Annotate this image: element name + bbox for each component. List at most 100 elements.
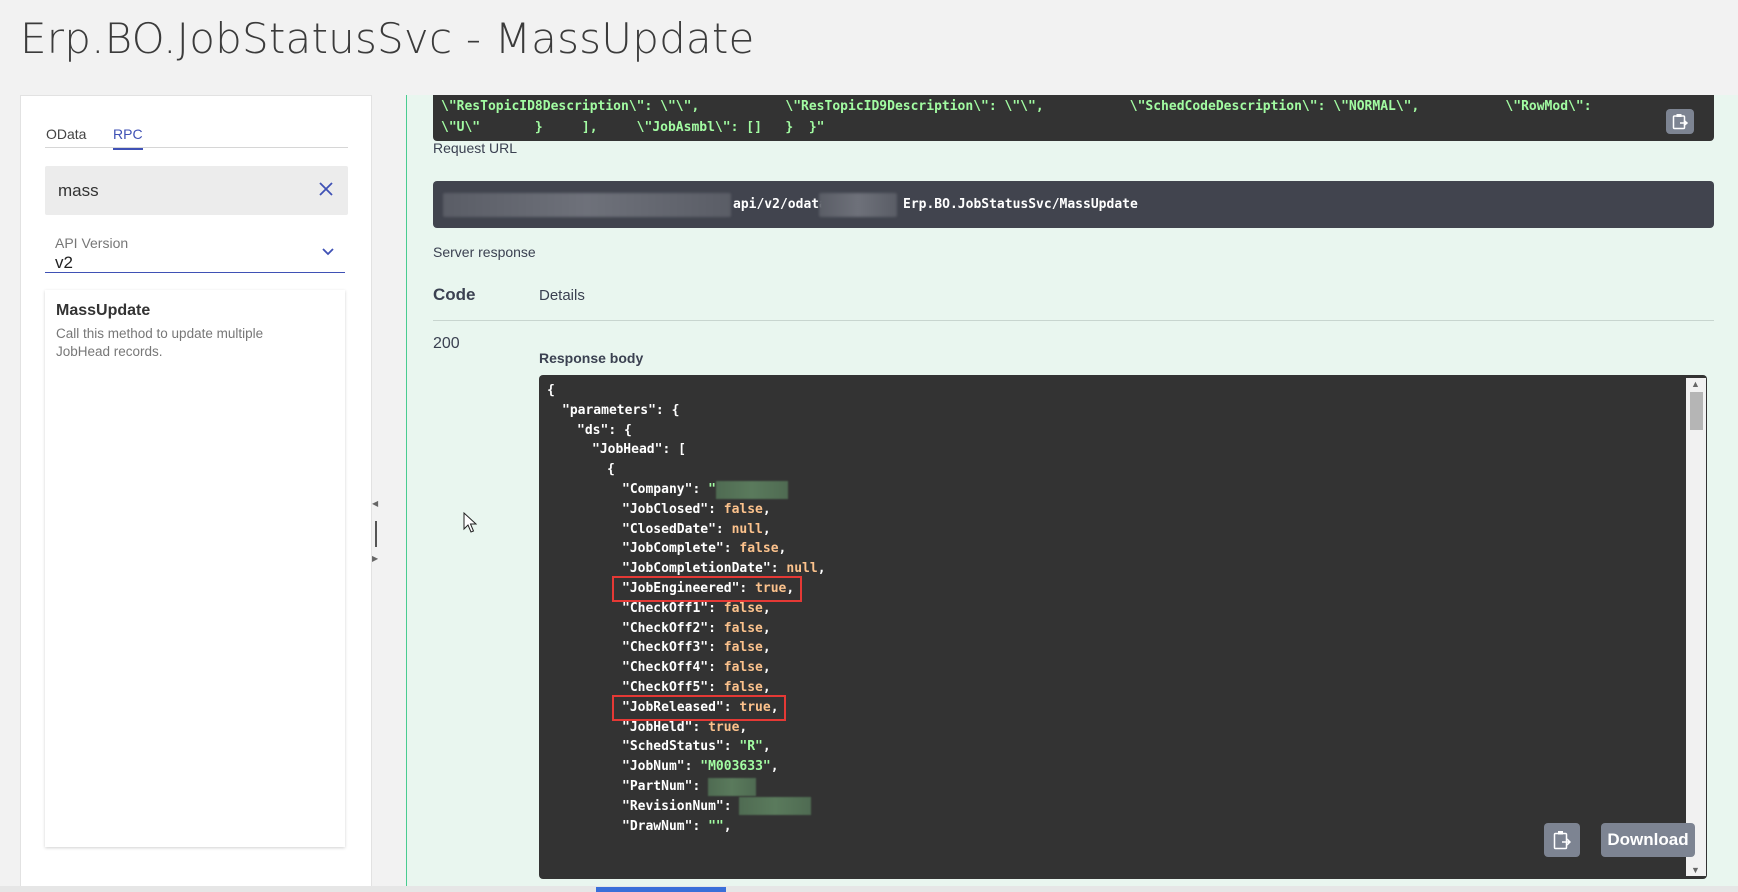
- sidebar: OData RPC mass API Version v2 MassUpdate…: [20, 95, 372, 892]
- json-key: "JobNum": [622, 759, 685, 775]
- download-button[interactable]: Download: [1601, 823, 1695, 857]
- scroll-down-icon[interactable]: ▼: [1691, 865, 1700, 875]
- json-value: "M003633": [700, 759, 771, 775]
- json-line: "JobEngineered": true,: [622, 578, 794, 600]
- json-comma: ,: [723, 818, 732, 834]
- response-body-label: Response body: [539, 350, 644, 366]
- search-field[interactable]: mass: [45, 166, 348, 215]
- json-value: true: [739, 699, 771, 715]
- code-header: Code: [433, 285, 476, 304]
- tab-rpc[interactable]: RPC: [113, 126, 143, 150]
- json-colon: :: [723, 739, 740, 755]
- json-key: "ClosedDate": [622, 521, 716, 537]
- json-key: "CheckOff4": [622, 660, 709, 676]
- json-colon: :: [692, 482, 709, 497]
- json-comma: ,: [786, 581, 795, 596]
- json-comma: ,: [762, 620, 771, 636]
- json-colon: :: [692, 719, 709, 735]
- json-colon: :: [723, 699, 740, 715]
- json-key: "parameters": [562, 402, 656, 418]
- json-comma: ,: [762, 739, 771, 755]
- json-line: "Company": ": [622, 479, 788, 501]
- scroll-up-icon[interactable]: ▲: [1691, 379, 1700, 389]
- redacted-value: [715, 480, 788, 499]
- json-colon: :: [770, 561, 787, 577]
- json-key: "RevisionNum": [622, 798, 724, 814]
- api-version-select[interactable]: API Version v2: [45, 233, 345, 273]
- method-name[interactable]: MassUpdate: [56, 302, 150, 320]
- copy-response-button[interactable]: [1544, 823, 1580, 857]
- api-version-value: v2: [55, 253, 73, 272]
- json-line: "JobNum": "M003633",: [622, 756, 779, 778]
- curl-command-block: \"ResTopicID8Description\": \"\", \"ResT…: [433, 95, 1714, 141]
- expand-right-icon[interactable]: ▶: [372, 554, 378, 563]
- panel-splitter[interactable]: ◀ ▶: [372, 95, 406, 892]
- mouse-cursor-icon: [463, 512, 477, 533]
- chevron-down-icon[interactable]: [321, 247, 335, 257]
- json-value: true: [708, 719, 740, 735]
- copy-curl-button[interactable]: [1666, 109, 1694, 134]
- json-bracket: {: [547, 383, 555, 398]
- json-value: false: [723, 640, 763, 656]
- json-comma: ,: [770, 759, 779, 775]
- response-body: {"parameters": {"ds": {"JobHead": [{"Com…: [539, 375, 1707, 879]
- json-key: "DrawNum": [622, 818, 693, 834]
- tab-odata[interactable]: OData: [46, 126, 86, 148]
- json-colon: :: [692, 779, 709, 794]
- json-key: "CheckOff5": [622, 680, 709, 695]
- json-value: false: [739, 541, 779, 557]
- json-comma: ,: [762, 501, 771, 517]
- json-line: "DrawNum": "",: [622, 816, 732, 838]
- scroll-thumb[interactable]: [1690, 392, 1703, 430]
- request-url-path: api/v2/odata: [733, 197, 827, 212]
- json-value: false: [723, 660, 763, 676]
- curl-line: \"U\" } ], \"JobAsmbl\": [] } }": [441, 120, 825, 135]
- json-line: "JobHeld": true,: [622, 717, 747, 739]
- json-comma: ,: [778, 541, 787, 557]
- json-line: "CheckOff1": false,: [622, 598, 771, 620]
- page-title: Erp.BO.JobStatusSvc - MassUpdate: [20, 14, 755, 63]
- json-comma: ,: [762, 660, 771, 676]
- json-value: false: [723, 620, 763, 636]
- search-input[interactable]: mass: [58, 181, 99, 201]
- json-key: "PartNum": [622, 779, 693, 794]
- json-line: "JobComplete": false,: [622, 538, 786, 560]
- json-value: false: [723, 680, 763, 695]
- clipboard-icon: [1672, 114, 1688, 130]
- response-scrollbar[interactable]: ▲ ▼: [1686, 378, 1706, 876]
- json-colon: :: [708, 600, 724, 616]
- request-url-label: Request URL: [433, 140, 518, 156]
- json-line: "SchedStatus": "R",: [622, 736, 771, 758]
- close-icon[interactable]: [316, 179, 336, 199]
- json-comma: ,: [762, 600, 771, 616]
- json-key: "JobEngineered": [622, 581, 740, 596]
- json-colon: :: [708, 620, 724, 636]
- splitter-handle[interactable]: [375, 521, 377, 547]
- json-value: null: [786, 561, 818, 577]
- redacted-segment: [819, 193, 897, 217]
- json-key: "Company": [622, 482, 693, 497]
- json-key: "CheckOff3": [622, 640, 709, 656]
- json-value: false: [723, 501, 763, 517]
- json-key: "ds": [577, 422, 609, 438]
- json-key: "CheckOff2": [622, 620, 709, 636]
- json-key: "JobHead": [592, 442, 663, 458]
- details-header: Details: [539, 287, 585, 304]
- redacted-value: [739, 797, 812, 816]
- json-key: "JobComplete": [622, 541, 724, 557]
- divider: [433, 320, 1714, 321]
- json-colon: :: [692, 818, 709, 834]
- protocol-tabs: OData RPC: [45, 126, 348, 150]
- json-line: "ds": {: [577, 420, 632, 442]
- server-response-label: Server response: [433, 244, 536, 260]
- curl-line: \"ResTopicID8Description\": \"\", \"ResT…: [441, 99, 1592, 114]
- json-line: "CheckOff2": false,: [622, 618, 771, 640]
- json-line: "JobHead": [: [592, 439, 686, 461]
- json-value: ": [708, 482, 716, 497]
- json-colon: :: [715, 521, 732, 537]
- collapse-left-icon[interactable]: ◀: [372, 499, 378, 508]
- status-code: 200: [433, 335, 460, 352]
- json-comma: ,: [762, 640, 771, 656]
- json-key: "JobClosed": [622, 501, 709, 517]
- json-value: "R": [739, 739, 763, 755]
